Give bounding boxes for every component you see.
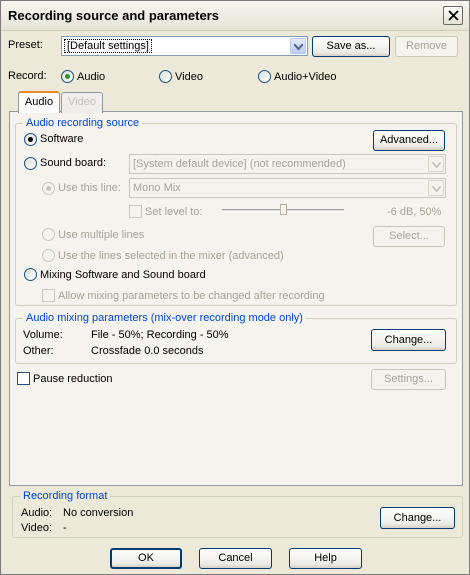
volume-value: File - 50%; Recording - 50% (91, 329, 229, 341)
sound-board-value: [System default device] (not recommended… (133, 158, 346, 170)
mixing-params-title: Audio mixing parameters (mix-over record… (23, 312, 306, 324)
select-lines-button[interactable]: Select... (373, 226, 445, 247)
record-audio-video-label: Audio+Video (274, 71, 337, 83)
use-mixer-lines-label: Use the lines selected in the mixer (adv… (58, 250, 284, 262)
use-mixer-lines-radio[interactable] (42, 249, 55, 262)
record-audio-label: Audio (77, 71, 106, 83)
record-audio-radio[interactable] (61, 70, 74, 83)
help-button[interactable]: Help (289, 548, 362, 569)
tab-audio[interactable]: Audio (18, 91, 60, 113)
audio-source-title: Audio recording source (23, 117, 143, 129)
close-button[interactable] (443, 6, 463, 25)
pause-settings-button[interactable]: Settings... (371, 369, 446, 390)
preset-label: Preset: (8, 39, 43, 51)
source-mixing-label: Mixing Software and Sound board (40, 269, 206, 281)
format-change-button[interactable]: Change... (380, 507, 455, 529)
use-multiple-lines-radio[interactable] (42, 228, 55, 241)
source-software-radio[interactable] (24, 133, 37, 146)
source-sound-board-label: Sound board: (40, 157, 107, 169)
chevron-down-icon[interactable] (290, 38, 306, 54)
source-sound-board-radio[interactable] (24, 157, 37, 170)
volume-label: Volume: (23, 329, 63, 341)
allow-mixing-label: Allow mixing parameters to be changed af… (58, 290, 325, 302)
recording-format-title: Recording format (20, 490, 111, 502)
ok-button[interactable]: OK (110, 548, 182, 569)
window-title: Recording source and parameters (8, 8, 219, 23)
save-as-button[interactable]: Save as... (312, 36, 390, 57)
mixing-change-button[interactable]: Change... (371, 329, 446, 351)
other-value: Crossfade 0.0 seconds (91, 345, 204, 357)
pause-reduction-label: Pause reduction (33, 373, 113, 385)
use-this-line-radio[interactable] (42, 182, 55, 195)
source-software-label: Software (40, 133, 84, 145)
format-video-value: - (63, 522, 67, 534)
use-multiple-lines-label: Use multiple lines (58, 229, 145, 241)
format-audio-value: No conversion (63, 507, 134, 519)
dialog-window: Recording source and parameters Preset: … (0, 0, 470, 575)
record-video-label: Video (175, 71, 203, 83)
record-audio-video-radio[interactable] (258, 70, 271, 83)
format-audio-label: Audio: (21, 507, 53, 519)
allow-mixing-checkbox[interactable] (42, 289, 55, 302)
use-this-line-label: Use this line: (58, 182, 121, 194)
line-value: Mono Mix (133, 182, 181, 194)
advanced-button[interactable]: Advanced... (373, 130, 445, 151)
set-level-label: Set level to: (145, 206, 203, 218)
line-combo[interactable]: Mono Mix (129, 178, 446, 198)
preset-combo[interactable]: [Default settings] (61, 36, 308, 56)
record-video-radio[interactable] (159, 70, 172, 83)
close-icon (448, 10, 459, 21)
format-video-label: Video: (21, 522, 52, 534)
level-slider-thumb[interactable] (279, 204, 287, 215)
source-mixing-radio[interactable] (24, 268, 37, 281)
remove-button[interactable]: Remove (395, 36, 458, 57)
record-label: Record: (8, 70, 47, 82)
chevron-down-icon[interactable] (428, 156, 444, 172)
set-level-checkbox[interactable] (129, 205, 142, 218)
pause-reduction-checkbox[interactable] (17, 372, 30, 385)
preset-value: [Default settings] (64, 39, 152, 53)
chevron-down-icon[interactable] (428, 180, 444, 196)
tab-video[interactable]: Video (61, 92, 103, 113)
cancel-button[interactable]: Cancel (199, 548, 272, 569)
sound-board-combo[interactable]: [System default device] (not recommended… (129, 154, 446, 174)
other-label: Other: (23, 345, 54, 357)
level-readout: -6 dB, 50% (387, 206, 442, 218)
title-bar[interactable]: Recording source and parameters (1, 1, 469, 31)
